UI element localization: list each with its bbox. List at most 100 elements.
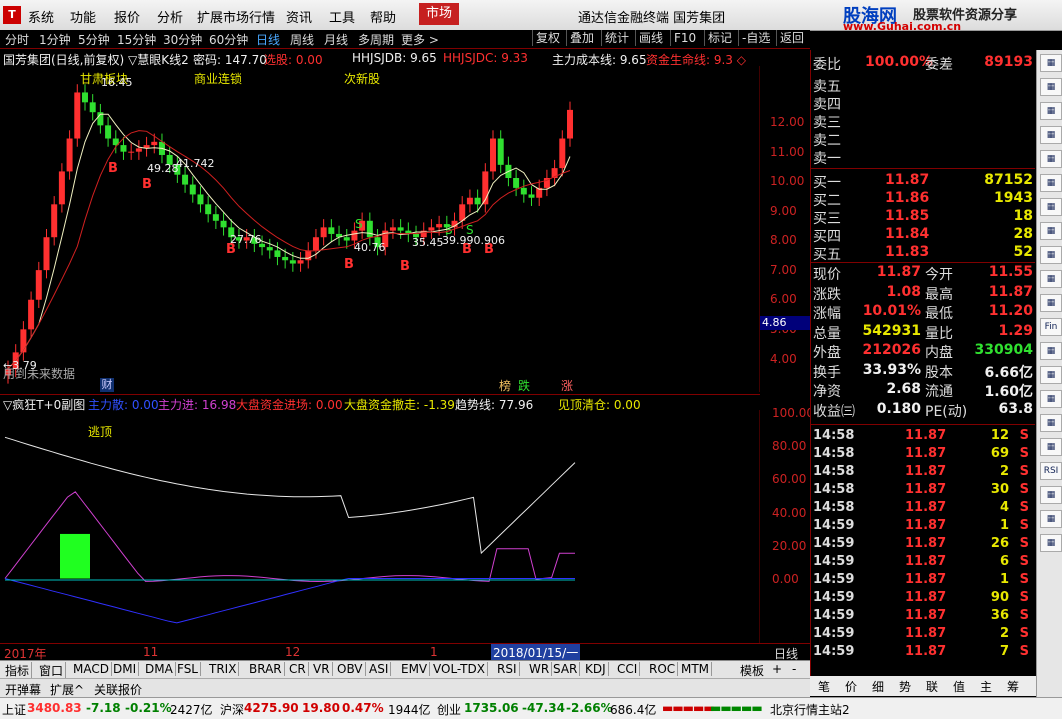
- sidebar-tool-icon[interactable]: ▦: [1040, 222, 1062, 240]
- draw-line-button[interactable]: 画线: [635, 30, 666, 46]
- menu-ext-market[interactable]: 扩展市场行情: [197, 7, 275, 26]
- sidebar-tool-icon[interactable]: ▦: [1040, 246, 1062, 264]
- rank-badge[interactable]: 榜: [499, 377, 511, 394]
- buy-row[interactable]: 买二 11.86 1943: [811, 190, 1035, 209]
- extend-button[interactable]: 扩展^: [50, 681, 84, 698]
- sell-row[interactable]: 卖二: [811, 130, 1035, 149]
- quote-tab-3[interactable]: 势: [899, 678, 911, 695]
- indicator-tab-5[interactable]: FSL: [175, 662, 201, 676]
- sidebar-tool-icon[interactable]: ▦: [1040, 510, 1062, 528]
- sidebar-tool-icon[interactable]: RSI: [1040, 462, 1062, 480]
- mark-button[interactable]: 标记: [704, 30, 735, 46]
- danmu-button[interactable]: 开弹幕: [5, 681, 41, 698]
- period-60min[interactable]: 60分钟: [209, 31, 248, 48]
- sidebar-tool-icon[interactable]: ▦: [1040, 126, 1062, 144]
- oscillator-chart[interactable]: [0, 410, 760, 643]
- price-chart[interactable]: BBBB BB BS S S: [0, 66, 760, 392]
- menu-quote[interactable]: 报价: [114, 7, 140, 26]
- sidebar-tool-icon[interactable]: ▦: [1040, 102, 1062, 120]
- template-tab[interactable]: 模板: [740, 662, 764, 679]
- rise-badge[interactable]: 涨: [561, 377, 573, 394]
- quote-tab-1[interactable]: 价: [845, 678, 857, 695]
- indicator-tab-12[interactable]: EMV: [399, 662, 431, 676]
- quote-tab-6[interactable]: 主: [980, 678, 992, 695]
- indicator-tab-18[interactable]: CCI: [615, 662, 641, 676]
- menu-tools[interactable]: 工具: [329, 7, 355, 26]
- period-multi[interactable]: 多周期: [358, 31, 394, 48]
- sell-row[interactable]: 卖五: [811, 76, 1035, 95]
- finance-badge[interactable]: 财: [100, 378, 114, 392]
- market-button[interactable]: 市场: [419, 3, 459, 25]
- period-5min[interactable]: 5分钟: [78, 31, 110, 48]
- indicator-tab-17[interactable]: KDJ: [583, 662, 609, 676]
- sell-row[interactable]: 卖三: [811, 112, 1035, 131]
- period-day[interactable]: 日线: [256, 31, 280, 48]
- quote-tab-7[interactable]: 筹: [1007, 678, 1019, 695]
- add-tab[interactable]: +: [772, 662, 782, 676]
- indicator-tab-4[interactable]: DMA: [143, 662, 176, 676]
- menu-analysis[interactable]: 分析: [157, 7, 183, 26]
- indicator-tab-19[interactable]: ROC: [647, 662, 679, 676]
- remove-watchlist-button[interactable]: -自选: [738, 30, 773, 46]
- f10-button[interactable]: F10: [670, 30, 699, 46]
- indicator-tab-15[interactable]: WR: [527, 662, 553, 676]
- sidebar-tool-icon[interactable]: ▦: [1040, 342, 1062, 360]
- adjust-button[interactable]: 复权: [532, 30, 563, 46]
- menu-help[interactable]: 帮助: [370, 7, 396, 26]
- sidebar-tool-icon[interactable]: ▦: [1040, 486, 1062, 504]
- sell-row[interactable]: 卖四: [811, 94, 1035, 113]
- menu-system[interactable]: 系统: [28, 7, 54, 26]
- sidebar-tool-icon[interactable]: ▦: [1040, 414, 1062, 432]
- indicator-tab-9[interactable]: VR: [311, 662, 333, 676]
- sidebar-tool-icon[interactable]: ▦: [1040, 270, 1062, 288]
- indicator-tab-3[interactable]: DMI: [111, 662, 140, 676]
- indicator-tab-8[interactable]: CR: [287, 662, 309, 676]
- related-quote-button[interactable]: 关联报价: [94, 681, 142, 698]
- menu-info[interactable]: 资讯: [286, 7, 312, 26]
- sidebar-tool-icon[interactable]: ▦: [1040, 174, 1062, 192]
- remove-tab[interactable]: -: [792, 662, 796, 676]
- buy-row[interactable]: 买三 11.85 18: [811, 208, 1035, 227]
- sidebar-tool-icon[interactable]: ▦: [1040, 78, 1062, 96]
- server-name[interactable]: 北京行情主站2: [770, 701, 850, 718]
- sidebar-tool-icon[interactable]: ▦: [1040, 294, 1062, 312]
- buy-row[interactable]: 买四 11.84 28: [811, 226, 1035, 245]
- indicator-tab-1[interactable]: 窗口: [37, 662, 67, 679]
- period-30min[interactable]: 30分钟: [163, 31, 202, 48]
- quote-tab-0[interactable]: 笔: [818, 678, 830, 695]
- quote-tab-2[interactable]: 细: [872, 678, 884, 695]
- indicator-tab-14[interactable]: RSI: [495, 662, 520, 676]
- period-tick[interactable]: 分时: [5, 31, 29, 48]
- indicator-tab-13[interactable]: VOL-TDX: [431, 662, 488, 676]
- sidebar-tool-icon[interactable]: ▦: [1040, 438, 1062, 456]
- period-15min[interactable]: 15分钟: [117, 31, 156, 48]
- indicator-tab-7[interactable]: BRAR: [247, 662, 285, 676]
- sidebar-tool-icon[interactable]: ▦: [1040, 54, 1062, 72]
- period-week[interactable]: 周线: [290, 31, 314, 48]
- indicator-tab-0[interactable]: 指标: [3, 662, 33, 679]
- sidebar-tool-icon[interactable]: ▦: [1040, 366, 1062, 384]
- indicator-tab-16[interactable]: SAR: [551, 662, 581, 676]
- period-month[interactable]: 月线: [324, 31, 348, 48]
- sidebar-tool-icon[interactable]: ▦: [1040, 150, 1062, 168]
- stats-button[interactable]: 统计: [601, 30, 632, 46]
- fall-badge[interactable]: 跌: [518, 377, 530, 394]
- overlay-button[interactable]: 叠加: [566, 30, 597, 46]
- sidebar-tool-icon[interactable]: ▦: [1040, 390, 1062, 408]
- indicator-tab-10[interactable]: OBV: [335, 662, 366, 676]
- quote-tab-4[interactable]: 联: [926, 678, 938, 695]
- indicator-tab-6[interactable]: TRIX: [207, 662, 240, 676]
- back-button[interactable]: 返回: [776, 30, 807, 46]
- menu-function[interactable]: 功能: [70, 7, 96, 26]
- period-1min[interactable]: 1分钟: [39, 31, 71, 48]
- indicator-tab-11[interactable]: ASI: [367, 662, 392, 676]
- buy-row[interactable]: 买五 11.83 52: [811, 244, 1035, 263]
- indicator-tab-2[interactable]: MACD: [71, 662, 112, 676]
- sidebar-tool-icon[interactable]: ▦: [1040, 534, 1062, 552]
- period-more[interactable]: 更多 >: [401, 31, 439, 48]
- sell-row[interactable]: 卖一: [811, 148, 1035, 167]
- quote-tab-5[interactable]: 值: [953, 678, 965, 695]
- sidebar-tool-icon[interactable]: Fin: [1040, 318, 1062, 336]
- indicator-tab-20[interactable]: MTM: [679, 662, 713, 676]
- sidebar-tool-icon[interactable]: ▦: [1040, 198, 1062, 216]
